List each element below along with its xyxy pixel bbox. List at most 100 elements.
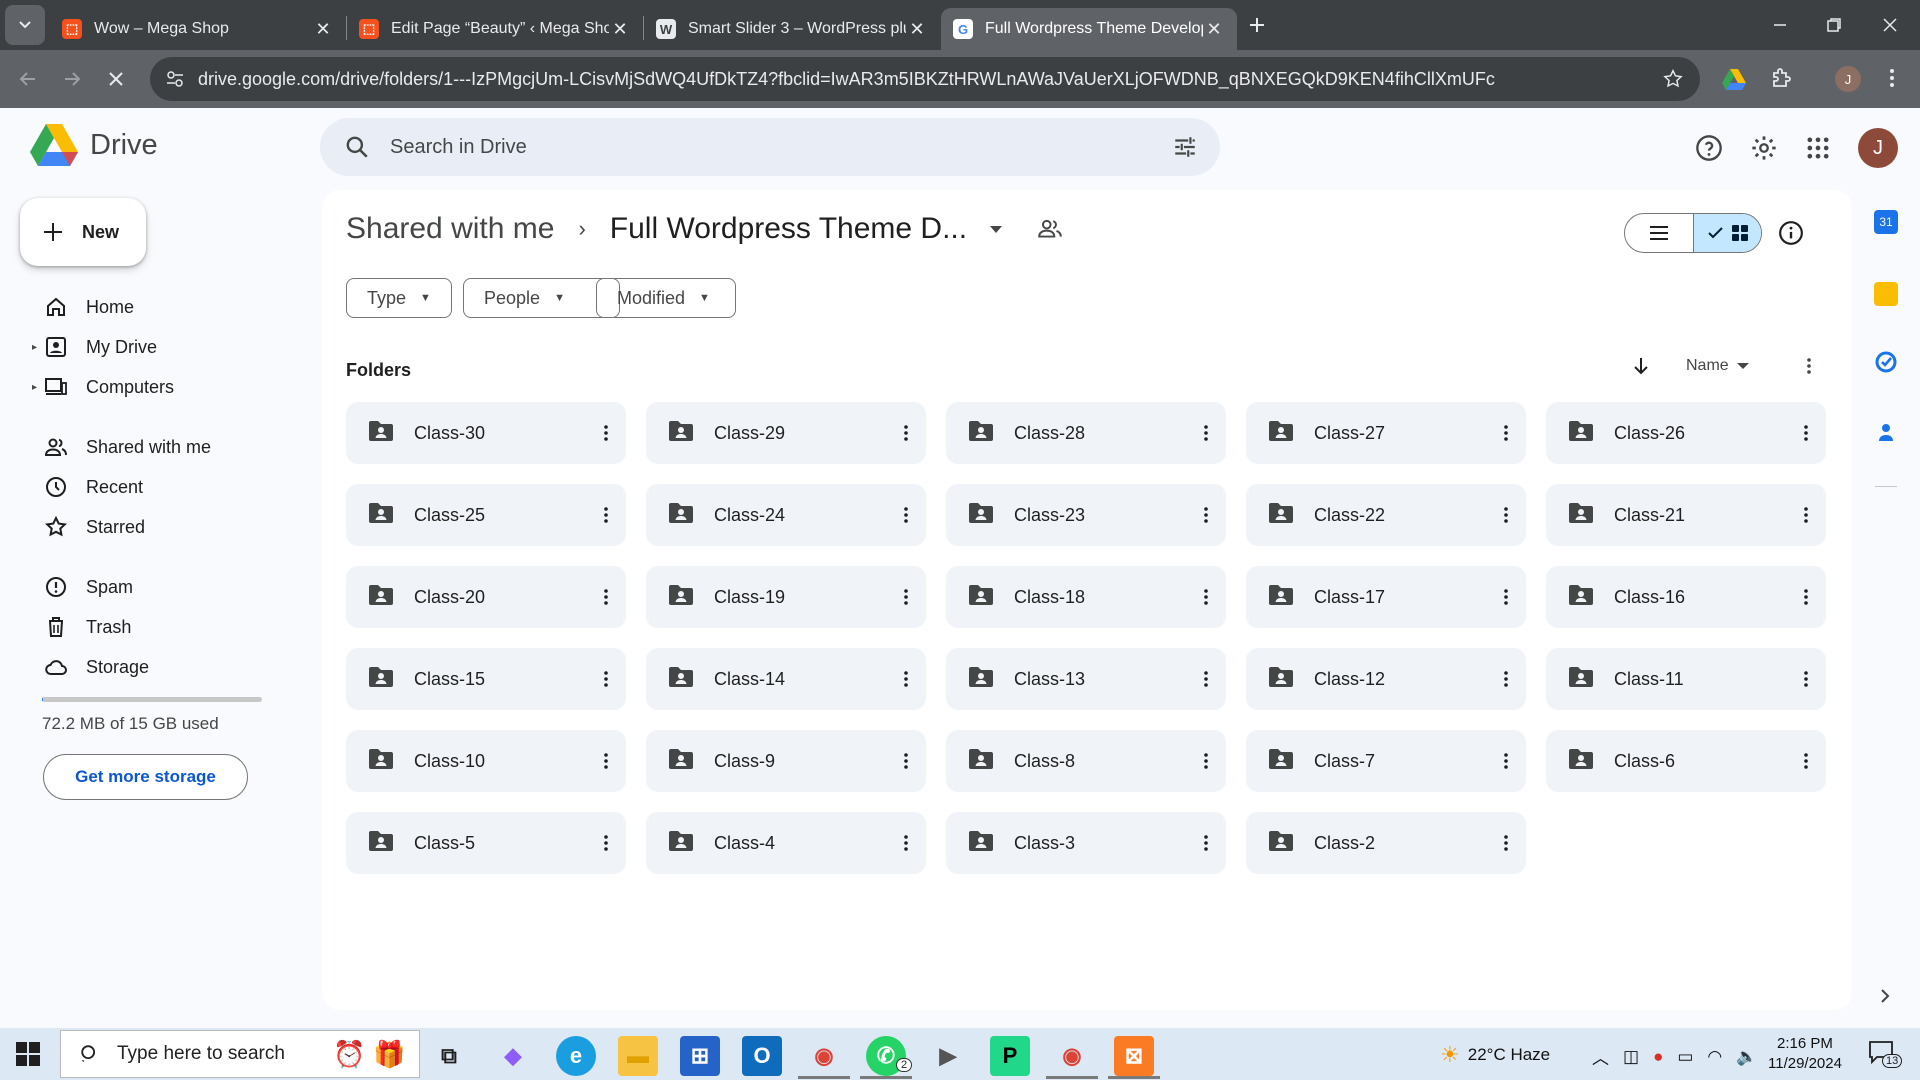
new-tab-button[interactable] [1237,5,1277,45]
more-vert-icon[interactable] [1186,423,1226,443]
system-clock[interactable]: 2:16 PM 11/29/2024 [1768,1034,1842,1074]
microsoft-store-icon[interactable]: ⊞ [680,1036,720,1076]
tray-chevron-up-icon[interactable]: ︿ [1592,1044,1609,1069]
folder-card[interactable]: Class-29 [646,402,926,464]
expand-caret-icon[interactable]: ▸ [32,342,37,353]
chrome-icon[interactable]: ◉ [804,1036,844,1076]
sidebar-item-shared-with-me[interactable]: Shared with me [28,429,298,465]
pycharm-icon[interactable]: P [990,1036,1030,1076]
folder-card[interactable]: Class-14 [646,648,926,710]
search-bar[interactable]: Search in Drive [320,118,1220,176]
more-vert-icon[interactable] [886,751,926,771]
chrome-active-icon[interactable]: ◉ [1052,1036,1092,1076]
settings-button[interactable] [1750,134,1778,167]
folder-card[interactable]: Class-6 [1546,730,1826,792]
more-vert-icon[interactable] [586,751,626,771]
more-vert-icon[interactable] [1486,751,1526,771]
drive-logo[interactable]: Drive [30,124,158,166]
tab-close-icon[interactable]: ✕ [906,19,928,40]
restore-button[interactable] [1814,5,1854,45]
more-vert-icon[interactable] [586,833,626,853]
folder-card[interactable]: Class-11 [1546,648,1826,710]
folder-card[interactable]: Class-28 [946,402,1226,464]
sidebar-item-spam[interactable]: Spam [28,569,298,605]
edge-icon[interactable]: e [556,1036,596,1076]
new-button[interactable]: New [20,198,146,266]
search-input[interactable]: Search in Drive [390,136,1172,159]
grid-view-button[interactable] [1693,214,1761,252]
folder-card[interactable]: Class-30 [346,402,626,464]
sidebar-item-storage[interactable]: Storage [28,649,298,685]
breadcrumb-current-folder[interactable]: Full Wordpress Theme D... [610,212,967,246]
more-vert-icon[interactable] [886,423,926,443]
list-view-button[interactable] [1625,214,1693,252]
more-vert-icon[interactable] [1486,833,1526,853]
search-icon[interactable] [344,134,370,160]
xampp-icon[interactable]: ⊠ [1114,1036,1154,1076]
antivirus-icon[interactable]: ● [1653,1047,1663,1067]
more-vert-icon[interactable] [586,669,626,689]
folder-card[interactable]: Class-22 [1246,484,1526,546]
back-button[interactable] [8,59,48,99]
folder-card[interactable]: Class-2 [1246,812,1526,874]
more-vert-icon[interactable] [1486,505,1526,525]
sort-direction-arrow-down-icon[interactable] [1630,355,1652,377]
more-vert-icon[interactable] [586,423,626,443]
folder-card[interactable]: Class-4 [646,812,926,874]
more-vert-icon[interactable] [1786,423,1826,443]
more-vert-icon[interactable] [1486,669,1526,689]
notifications-button[interactable]: 13 [1868,1040,1903,1070]
folder-card[interactable]: Class-8 [946,730,1226,792]
more-vert-icon[interactable] [1786,751,1826,771]
sort-by-name-button[interactable]: Name [1686,357,1729,375]
sidebar-item-my-drive[interactable]: ▸ My Drive [28,329,298,365]
extensions-puzzle-icon[interactable] [1770,66,1794,95]
sidebar-item-home[interactable]: Home [28,289,298,325]
battery-icon[interactable]: ▭ [1677,1047,1693,1067]
more-vert-icon[interactable] [1186,669,1226,689]
folder-card[interactable]: Class-12 [1246,648,1526,710]
folder-card[interactable]: Class-15 [346,648,626,710]
taskbar-search[interactable]: Type here to search ⏰ 🎁 [60,1030,420,1078]
more-vert-icon[interactable] [1486,587,1526,607]
tab-close-icon[interactable]: ✕ [609,19,631,40]
folder-card[interactable]: Class-27 [1246,402,1526,464]
details-button[interactable] [1778,220,1804,251]
windows-start-icon[interactable] [14,1040,42,1073]
more-vert-icon[interactable] [1486,423,1526,443]
sidebar-item-recent[interactable]: Recent [28,469,298,505]
media-player-icon[interactable]: ▶ [928,1036,968,1076]
more-vert-icon[interactable] [586,587,626,607]
more-vert-icon[interactable] [886,669,926,689]
stop-loading-button[interactable] [96,59,136,99]
copilot-icon[interactable]: ◆ [493,1036,533,1076]
taskbar-search-input[interactable]: Type here to search [117,1043,285,1065]
expand-caret-icon[interactable]: ▸ [32,382,37,393]
file-explorer-icon[interactable]: ▬ [618,1036,658,1076]
folder-card[interactable]: Class-16 [1546,566,1826,628]
help-button[interactable] [1695,134,1723,167]
folder-card[interactable]: Class-18 [946,566,1226,628]
more-vert-icon[interactable] [1186,505,1226,525]
tab-search-button[interactable] [5,5,45,45]
more-vert-icon[interactable] [1186,833,1226,853]
site-settings-icon[interactable] [166,70,184,88]
camera-icon[interactable]: ◫ [1623,1047,1639,1067]
more-vert-icon[interactable] [1786,587,1826,607]
folder-card[interactable]: Class-7 [1246,730,1526,792]
folder-card[interactable]: Class-9 [646,730,926,792]
apps-button[interactable] [1804,134,1832,167]
search-options-icon[interactable] [1172,134,1198,160]
browser-tab[interactable]: ⬚ Wow – Mega Shop ✕ [50,8,346,50]
account-avatar[interactable]: J [1858,128,1898,168]
more-vert-icon[interactable] [886,833,926,853]
shared-people-icon[interactable] [1037,216,1063,242]
more-vert-icon[interactable] [1186,751,1226,771]
contacts-icon[interactable] [1874,420,1898,444]
folder-card[interactable]: Class-23 [946,484,1226,546]
more-vert-icon[interactable] [1186,587,1226,607]
bookmark-star-icon[interactable] [1662,68,1684,90]
more-vert-icon[interactable] [1799,356,1819,376]
folder-card[interactable]: Class-24 [646,484,926,546]
folder-card[interactable]: Class-21 [1546,484,1826,546]
